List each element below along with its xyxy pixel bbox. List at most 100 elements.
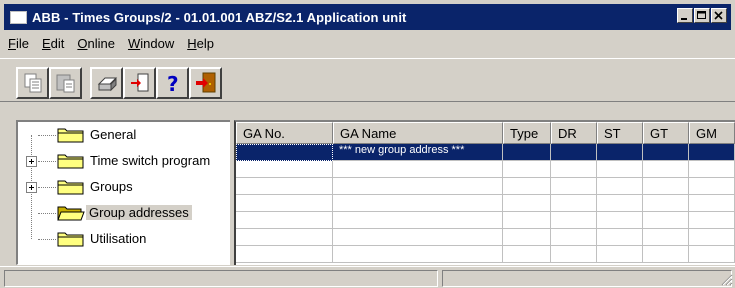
table-cell[interactable] (551, 161, 597, 178)
table-cell[interactable] (551, 144, 597, 161)
table-cell[interactable] (597, 246, 643, 263)
table-row[interactable] (236, 212, 735, 229)
navigation-tree[interactable]: General Time switch program Groups Group ad… (16, 120, 230, 265)
tree-item-general[interactable]: General (18, 122, 228, 148)
table-cell[interactable] (597, 195, 643, 212)
copy-button[interactable] (16, 67, 49, 99)
menu-edit[interactable]: Edit (42, 36, 64, 54)
table-cell[interactable] (643, 178, 689, 195)
menu-help[interactable]: Help (187, 36, 214, 54)
toolbar: ? (0, 58, 735, 102)
menu-online[interactable]: Online (77, 36, 115, 54)
close-button[interactable] (711, 8, 727, 23)
table-cell[interactable] (503, 212, 551, 229)
app-icon[interactable] (10, 10, 27, 24)
column-header-ga-name[interactable]: GA Name (333, 122, 503, 144)
table-cell[interactable] (597, 212, 643, 229)
menu-window[interactable]: Window (128, 36, 174, 54)
tree-item-utilisation[interactable]: Utilisation (18, 226, 228, 252)
table-cell[interactable] (689, 246, 735, 263)
table-cell[interactable] (503, 195, 551, 212)
expand-icon[interactable] (26, 156, 37, 167)
column-header-gt[interactable]: GT (643, 122, 689, 144)
table-cell[interactable] (236, 246, 333, 263)
table-cell[interactable] (333, 195, 503, 212)
column-header-dr[interactable]: DR (551, 122, 597, 144)
maximize-button[interactable] (694, 8, 710, 23)
group-address-table[interactable]: GA No. GA Name Type DR ST GT GM *** new group … (234, 120, 735, 265)
tree-item-group-addresses[interactable]: Group addresses (18, 200, 228, 226)
table-cell[interactable] (689, 195, 735, 212)
table-cell[interactable] (551, 178, 597, 195)
table-cell[interactable] (643, 144, 689, 161)
table-cell[interactable] (236, 178, 333, 195)
table-cell[interactable] (643, 195, 689, 212)
table-cell[interactable] (689, 161, 735, 178)
table-cell[interactable] (597, 229, 643, 246)
status-bar (0, 266, 735, 288)
table-cell[interactable] (597, 161, 643, 178)
table-cell[interactable] (551, 246, 597, 263)
tree-item-groups[interactable]: Groups (18, 174, 228, 200)
column-header-gm[interactable]: GM (689, 122, 735, 144)
table-cell[interactable] (643, 229, 689, 246)
table-cell[interactable] (333, 246, 503, 263)
print-button[interactable] (90, 67, 123, 99)
table-cell[interactable] (689, 212, 735, 229)
menu-file[interactable]: File (8, 36, 29, 54)
table-cell[interactable] (643, 246, 689, 263)
window-title: ABB - Times Groups/2 - 01.01.001 ABZ/S2.… (32, 9, 407, 25)
title-bar[interactable]: ABB - Times Groups/2 - 01.01.001 ABZ/S2.… (4, 4, 731, 30)
table-cell[interactable] (551, 229, 597, 246)
table-cell[interactable] (689, 229, 735, 246)
table-cell[interactable] (333, 212, 503, 229)
table-cell[interactable] (597, 144, 643, 161)
column-header-st[interactable]: ST (597, 122, 643, 144)
table-cell[interactable] (597, 178, 643, 195)
table-cell[interactable] (236, 195, 333, 212)
toolbar-group-actions: ? (90, 67, 222, 99)
table-cell[interactable]: *** new group address *** (333, 144, 503, 161)
table-row[interactable] (236, 246, 735, 263)
table-cell[interactable] (503, 144, 551, 161)
table-cell[interactable] (689, 144, 735, 161)
table-cell[interactable] (333, 161, 503, 178)
import-button[interactable] (123, 67, 156, 99)
table-row[interactable]: *** new group address *** (236, 144, 735, 161)
table-row[interactable] (236, 161, 735, 178)
table-cell[interactable] (551, 212, 597, 229)
tree-connector (38, 161, 56, 162)
print-icon (97, 77, 117, 92)
exit-button[interactable] (189, 67, 222, 99)
table-cell[interactable] (503, 178, 551, 195)
table-cell[interactable] (236, 229, 333, 246)
folder-icon (57, 232, 84, 247)
svg-text:?: ? (167, 72, 179, 94)
column-header-type[interactable]: Type (503, 122, 551, 144)
table-cell[interactable] (333, 229, 503, 246)
help-icon: ? (167, 72, 179, 94)
table-cell[interactable] (503, 229, 551, 246)
table-cell[interactable] (503, 161, 551, 178)
table-cell[interactable] (236, 161, 333, 178)
table-cell[interactable] (643, 161, 689, 178)
table-cell[interactable] (551, 195, 597, 212)
minimize-button[interactable] (677, 8, 693, 23)
help-button[interactable]: ? (156, 67, 189, 99)
table-cell[interactable] (236, 144, 333, 161)
table-cell[interactable] (689, 178, 735, 195)
table-header: GA No. GA Name Type DR ST GT GM (236, 122, 735, 144)
table-row[interactable] (236, 229, 735, 246)
table-cell[interactable] (643, 212, 689, 229)
resize-grip-icon[interactable] (721, 274, 733, 286)
table-row[interactable] (236, 195, 735, 212)
table-cell[interactable] (333, 178, 503, 195)
tree-item-time-switch-program[interactable]: Time switch program (18, 148, 228, 174)
table-row[interactable] (236, 178, 735, 195)
table-cell[interactable] (503, 246, 551, 263)
column-header-ga-no[interactable]: GA No. (236, 122, 333, 144)
expand-icon[interactable] (26, 182, 37, 193)
toolbar-group-clipboard (16, 67, 82, 99)
table-cell[interactable] (236, 212, 333, 229)
paste-button[interactable] (49, 67, 82, 99)
